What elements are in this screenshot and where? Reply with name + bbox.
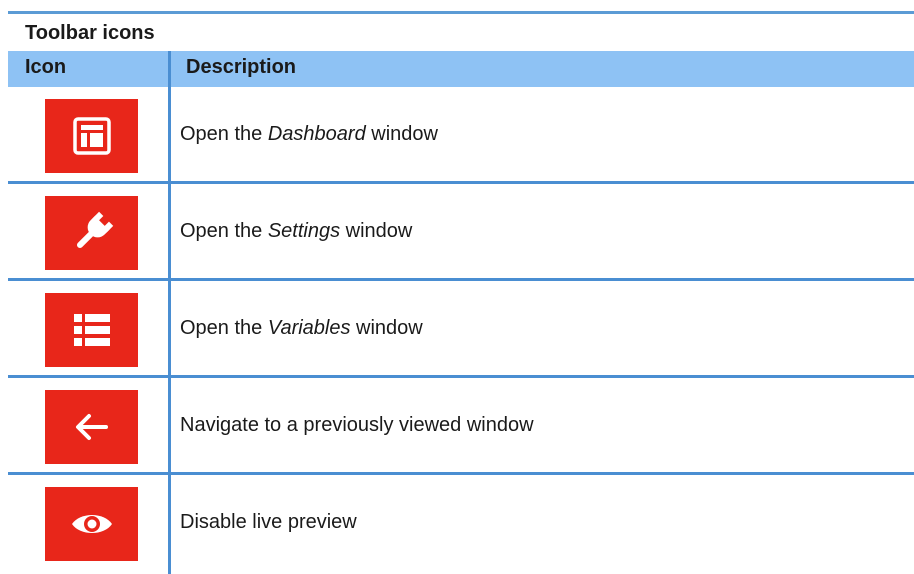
table-title: Toolbar icons (25, 22, 155, 44)
table-row: Navigate to a previously viewed window (8, 378, 914, 475)
row-description: Open the Dashboard window (180, 123, 438, 145)
table-row: Disable live preview (8, 475, 914, 572)
row-description: Navigate to a previously viewed window (180, 414, 534, 436)
dashboard-icon (45, 99, 138, 173)
column-header-icon: Icon (25, 56, 67, 78)
column-header-description: Description (186, 56, 297, 78)
list-icon (45, 293, 138, 367)
row-description: Disable live preview (180, 511, 357, 533)
column-divider (168, 51, 171, 574)
table-row: Open the Variables window (8, 281, 914, 378)
table-row: Open the Settings window (8, 184, 914, 281)
table-title-row: Toolbar icons (8, 11, 914, 51)
wrench-icon (45, 196, 138, 270)
row-description: Open the Variables window (180, 317, 423, 339)
back-arrow-icon (45, 390, 138, 464)
table-header-row: Icon Description (8, 51, 914, 87)
eye-icon (45, 487, 138, 561)
table-row: Open the Dashboard window (8, 87, 914, 184)
row-description: Open the Settings window (180, 220, 413, 242)
toolbar-icons-table: Toolbar icons Icon Description Open the … (8, 11, 914, 574)
